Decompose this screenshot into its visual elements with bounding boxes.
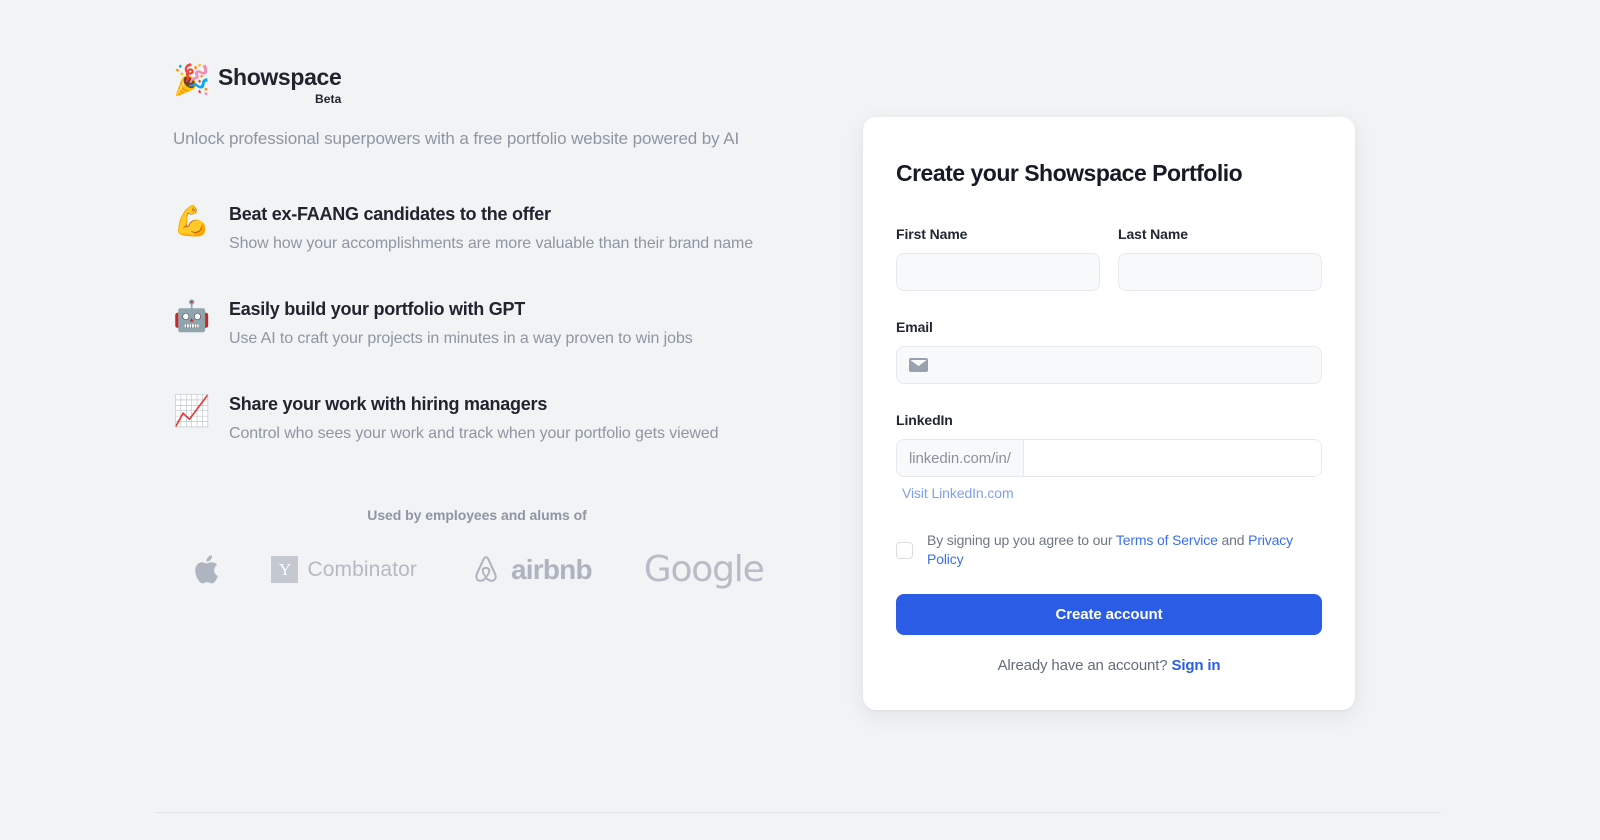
- linkedin-prefix: linkedin.com/in/: [897, 440, 1024, 476]
- terms-checkbox[interactable]: [896, 541, 913, 559]
- signin-row: Already have an account? Sign in: [896, 657, 1322, 674]
- feature-body: Easily build your portfolio with GPT Use…: [229, 297, 693, 350]
- first-name-field: First Name: [896, 225, 1100, 291]
- airbnb-logo: airbnb: [469, 553, 593, 587]
- last-name-input[interactable]: [1118, 253, 1322, 291]
- marketing-panel: 🎉 Showspace Beta Unlock professional sup…: [173, 62, 793, 590]
- last-name-field: Last Name: [1118, 225, 1322, 291]
- brand-name: Showspace: [218, 64, 342, 90]
- email-label: Email: [896, 319, 933, 335]
- brand-header: 🎉 Showspace Beta: [173, 62, 793, 106]
- create-account-button[interactable]: Create account: [896, 594, 1322, 635]
- card-title: Create your Showspace Portfolio: [896, 160, 1243, 186]
- airbnb-label: airbnb: [511, 553, 593, 585]
- flexed-biceps-icon: 💪: [173, 205, 211, 238]
- terms-row: By signing up you agree to our Terms of …: [896, 531, 1322, 569]
- feature-title: Beat ex-FAANG candidates to the offer: [229, 204, 551, 224]
- party-popper-icon: 🎉: [173, 64, 211, 97]
- brand-text: Showspace Beta: [218, 62, 342, 106]
- chart-increasing-icon: 📈: [173, 395, 211, 428]
- first-name-input[interactable]: [896, 253, 1100, 291]
- email-field: Email: [896, 318, 1322, 384]
- feature-item: 📈 Share your work with hiring managers C…: [173, 392, 793, 445]
- feature-description: Control who sees your work and track whe…: [229, 425, 719, 442]
- tagline: Unlock professional superpowers with a f…: [173, 129, 740, 148]
- feature-body: Beat ex-FAANG candidates to the offer Sh…: [229, 202, 753, 255]
- linkedin-input[interactable]: [1023, 440, 1321, 476]
- first-name-label: First Name: [896, 226, 968, 242]
- linkedin-input-group: linkedin.com/in/: [896, 439, 1322, 477]
- terms-conjunction: and: [1217, 532, 1249, 548]
- linkedin-field: LinkedIn linkedin.com/in/ Visit LinkedIn…: [896, 411, 1322, 503]
- signup-page: 🎉 Showspace Beta Unlock professional sup…: [0, 0, 1600, 840]
- ycombinator-logo: Y Combinator: [271, 556, 417, 583]
- feature-list: 💪 Beat ex-FAANG candidates to the offer …: [173, 202, 793, 445]
- feature-title: Share your work with hiring managers: [229, 394, 548, 414]
- google-logo: Google: [643, 549, 765, 590]
- last-name-label: Last Name: [1118, 226, 1188, 242]
- terms-prefix: By signing up you agree to our: [927, 532, 1116, 548]
- feature-title: Easily build your portfolio with GPT: [229, 299, 526, 319]
- feature-description: Use AI to craft your projects in minutes…: [229, 330, 693, 347]
- email-input-wrapper: [896, 346, 1322, 384]
- feature-body: Share your work with hiring managers Con…: [229, 392, 719, 445]
- feature-item: 🤖 Easily build your portfolio with GPT U…: [173, 297, 793, 350]
- signup-card: Create your Showspace Portfolio First Na…: [863, 117, 1355, 710]
- signin-prompt: Already have an account?: [997, 657, 1168, 674]
- sign-in-link[interactable]: Sign in: [1171, 657, 1220, 674]
- social-proof: Used by employees and alums of Y Combina…: [173, 507, 773, 590]
- beta-badge: Beta: [314, 92, 342, 106]
- terms-of-service-link[interactable]: Terms of Service: [1116, 532, 1218, 548]
- social-proof-title: Used by employees and alums of: [367, 507, 587, 523]
- name-row: First Name Last Name: [896, 225, 1322, 291]
- apple-logo: [192, 553, 219, 586]
- ycombinator-label: Combinator: [307, 557, 418, 581]
- email-input[interactable]: [896, 346, 1322, 384]
- robot-icon: 🤖: [173, 300, 211, 333]
- footer-divider: [155, 812, 1441, 813]
- feature-description: Show how your accomplishments are more v…: [229, 235, 754, 252]
- ycombinator-badge: Y: [271, 556, 299, 583]
- feature-item: 💪 Beat ex-FAANG candidates to the offer …: [173, 202, 793, 255]
- visit-linkedin-link[interactable]: Visit LinkedIn.com: [902, 485, 1014, 501]
- linkedin-label: LinkedIn: [896, 412, 953, 428]
- logo-row: Y Combinator airbnb Google: [173, 549, 773, 590]
- terms-text: By signing up you agree to our Terms of …: [927, 531, 1322, 569]
